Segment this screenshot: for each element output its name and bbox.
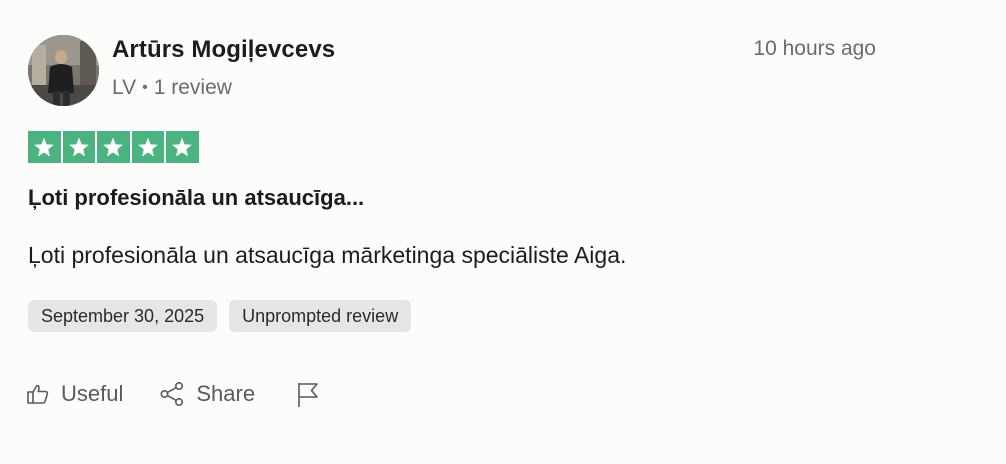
star-icon	[166, 131, 199, 163]
star-icon	[131, 131, 164, 163]
report-button[interactable]	[295, 380, 321, 408]
star-icon	[28, 131, 61, 163]
star-icon	[62, 131, 95, 163]
share-icon	[159, 381, 185, 407]
review-timestamp: 10 hours ago	[753, 37, 876, 60]
date-tag: September 30, 2025	[28, 300, 218, 332]
useful-button[interactable]: Useful	[26, 381, 123, 407]
star-icon	[97, 131, 130, 163]
share-label: Share	[196, 381, 256, 406]
review-card: Artūrs Mogiļevcevs LV • 1 review 10 hour…	[0, 0, 1006, 464]
share-button[interactable]: Share	[159, 381, 255, 407]
review-title[interactable]: Ļoti profesionāla un atsaucīga...	[28, 185, 364, 211]
star-rating	[28, 131, 199, 163]
reviewer-meta: LV • 1 review	[112, 76, 232, 100]
flag-icon	[295, 380, 321, 408]
useful-label: Useful	[61, 381, 124, 406]
reviewer-country: LV	[112, 76, 137, 99]
review-text: Ļoti profesionāla un atsaucīga mārketing…	[28, 242, 627, 268]
reviewer-review-count: 1 review	[153, 76, 232, 99]
review-actions: Useful Share	[26, 380, 321, 408]
review-tags: September 30, 2025 Unprompted review	[28, 300, 412, 332]
meta-separator: •	[142, 79, 148, 96]
avatar[interactable]	[28, 35, 99, 106]
review-type-tag: Unprompted review	[229, 300, 412, 332]
thumbs-up-icon	[26, 382, 50, 406]
reviewer-name[interactable]: Artūrs Mogiļevcevs	[112, 36, 335, 64]
